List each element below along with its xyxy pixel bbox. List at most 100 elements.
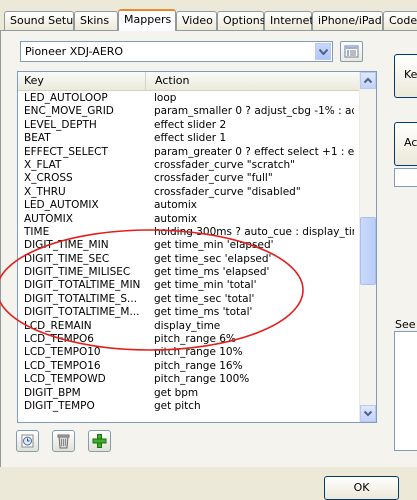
device-properties-button[interactable] xyxy=(340,41,363,62)
row-action: get time_sec 'total' xyxy=(154,292,255,305)
scroll-down-button[interactable] xyxy=(360,405,376,422)
row-action: holding 300ms ? auto_cue : display_tim..… xyxy=(154,225,354,238)
column-header-action[interactable]: Action xyxy=(148,72,348,90)
table-row[interactable]: LED_AUTOMIX automix xyxy=(18,199,360,212)
row-key: DIGIT_TOTALTIME_M... xyxy=(24,306,140,319)
tab-codecs[interactable]: Codecs xyxy=(383,11,417,30)
row-action: get time_min 'elapsed' xyxy=(154,239,274,252)
ok-button[interactable]: OK xyxy=(324,476,399,500)
table-row[interactable]: DIGIT_TOTALTIME_M... get time_ms 'total' xyxy=(18,306,360,319)
row-key: LCD_TEMPO16 xyxy=(24,359,101,372)
list-header: Key Action xyxy=(18,72,360,91)
tab-sound-setup[interactable]: Sound Setup xyxy=(4,11,80,30)
table-row[interactable]: LCD_TEMPO6 pitch_range 6% xyxy=(18,333,360,346)
row-key: X_CROSS xyxy=(24,172,73,185)
row-key: DIGIT_BPM xyxy=(24,386,81,399)
row-action: effect slider 2 xyxy=(154,118,227,131)
row-action: get time_min 'total' xyxy=(154,279,257,292)
table-row[interactable]: DIGIT_TIME_MILISEC get time_ms 'elapsed' xyxy=(18,266,360,279)
row-action: crossfader_curve "scratch" xyxy=(154,158,296,171)
row-key: BEAT xyxy=(24,132,51,145)
chevron-up-icon xyxy=(363,77,373,84)
row-key: LCD_TEMPO6 xyxy=(24,333,94,346)
row-key: LCD_TEMPOWD xyxy=(24,373,106,386)
row-action: automix xyxy=(154,199,197,212)
table-row[interactable]: DIGIT_TEMPO get pitch xyxy=(18,400,360,413)
row-action: get bpm xyxy=(154,386,199,399)
table-row[interactable]: DIGIT_TOTALTIME_S... get time_sec 'total' xyxy=(18,293,360,306)
tab-skins[interactable]: Skins xyxy=(74,11,118,30)
table-row[interactable]: LEVEL_DEPTH effect slider 2 xyxy=(18,119,360,132)
row-key: DIGIT_TIME_MILISEC xyxy=(24,266,131,279)
row-key: LED_AUTOLOOP xyxy=(24,92,108,104)
tab-iphone-ipad[interactable]: iPhone/iPad xyxy=(312,11,383,30)
scrollbar-thumb[interactable] xyxy=(360,217,376,285)
row-key: DIGIT_TIME_SEC xyxy=(24,252,110,265)
row-action: get time_sec 'elapsed' xyxy=(154,252,272,265)
chevron-down-icon[interactable] xyxy=(315,43,331,60)
row-action: pitch_range 16% xyxy=(154,359,243,372)
column-header-key[interactable]: Key xyxy=(18,72,146,90)
tab-options[interactable]: Options xyxy=(217,11,265,30)
vertical-scrollbar[interactable] xyxy=(359,72,376,422)
list-rows: LED_AUTOLOOP loop ENC_MOVE_GRID param_small… xyxy=(18,92,360,413)
table-row[interactable]: BEAT effect slider 1 xyxy=(18,132,360,145)
key-button[interactable]: Ke xyxy=(394,54,417,98)
trash-icon xyxy=(57,434,70,449)
row-action: crossfader_curve "disabled" xyxy=(154,185,301,198)
chevron-down-icon xyxy=(363,410,373,417)
tab-video[interactable]: Video xyxy=(176,11,217,30)
row-key: EFFECT_SELECT xyxy=(24,145,108,158)
action-button[interactable]: Act xyxy=(394,122,417,166)
row-action: pitch_range 6% xyxy=(154,333,236,346)
table-row[interactable]: DIGIT_TIME_MIN get time_min 'elapsed' xyxy=(18,239,360,252)
clock-icon xyxy=(21,434,34,448)
table-row[interactable]: DIGIT_TOTALTIME_MIN get time_min 'total' xyxy=(18,279,360,292)
see-box xyxy=(394,331,417,451)
device-select[interactable]: Pioneer XDJ-AERO xyxy=(20,41,333,62)
table-row[interactable]: LCD_TEMPO10 pitch_range 10% xyxy=(18,346,360,359)
row-action: param_greater 0 ? effect select +1 : eff… xyxy=(154,145,354,158)
device-select-value: Pioneer XDJ-AERO xyxy=(25,45,124,58)
table-row[interactable]: LCD_REMAIN display_time xyxy=(18,320,360,333)
table-row[interactable]: X_THRU crossfader_curve "disabled" xyxy=(18,186,360,199)
table-row[interactable]: X_CROSS crossfader_curve "full" xyxy=(18,172,360,185)
row-action: automix xyxy=(154,212,197,225)
table-row[interactable]: AUTOMIX automix xyxy=(18,213,360,226)
row-key: DIGIT_TOTALTIME_MIN xyxy=(24,279,141,292)
scroll-up-button[interactable] xyxy=(360,72,376,89)
row-key: LCD_TEMPO10 xyxy=(24,346,101,359)
tab-mappers[interactable]: Mappers xyxy=(118,9,176,31)
add-device-button[interactable] xyxy=(16,430,39,452)
row-key: DIGIT_TEMPO xyxy=(24,399,95,412)
table-row[interactable]: ENC_MOVE_GRID param_smaller 0 ? adjust_cb… xyxy=(18,105,360,118)
table-row[interactable]: X_FLAT crossfader_curve "scratch" xyxy=(18,159,360,172)
mapper-list[interactable]: Key Action LED_AUTOLOOP loop ENC_MOVE_GRID… xyxy=(17,71,377,423)
table-row[interactable]: LED_AUTOLOOP loop xyxy=(18,92,360,105)
tab-strip: Sound Setup Skins Mappers Video Options … xyxy=(0,0,417,31)
row-key: DIGIT_TIME_MIN xyxy=(24,239,109,252)
properties-icon xyxy=(344,45,359,58)
table-row[interactable]: LCD_TEMPO16 pitch_range 16% xyxy=(18,360,360,373)
plus-icon xyxy=(92,434,107,448)
row-key: ENC_MOVE_GRID xyxy=(24,105,114,118)
row-key: LEVEL_DEPTH xyxy=(24,118,97,131)
row-action: loop xyxy=(154,92,177,104)
tab-internet[interactable]: Internet xyxy=(264,11,314,30)
row-action: crossfader_curve "full" xyxy=(154,172,273,185)
row-key: DIGIT_TOTALTIME_S... xyxy=(24,292,138,305)
table-row[interactable]: DIGIT_BPM get bpm xyxy=(18,387,360,400)
row-action: display_time xyxy=(154,319,221,332)
table-row[interactable]: DIGIT_TIME_SEC get time_sec 'elapsed' xyxy=(18,253,360,266)
row-action: effect slider 1 xyxy=(154,132,227,145)
action-field[interactable] xyxy=(394,168,417,187)
add-button[interactable] xyxy=(88,430,111,452)
table-row[interactable]: EFFECT_SELECT param_greater 0 ? effect se… xyxy=(18,146,360,159)
row-key: AUTOMIX xyxy=(24,212,73,225)
row-key: LED_AUTOMIX xyxy=(24,199,99,212)
row-action: get time_ms 'elapsed' xyxy=(154,266,270,279)
row-action: pitch_range 100% xyxy=(154,373,250,386)
table-row[interactable]: LCD_TEMPOWD pitch_range 100% xyxy=(18,373,360,386)
table-row[interactable]: TIME holding 300ms ? auto_cue : display_t… xyxy=(18,226,360,239)
delete-button[interactable] xyxy=(52,430,75,452)
